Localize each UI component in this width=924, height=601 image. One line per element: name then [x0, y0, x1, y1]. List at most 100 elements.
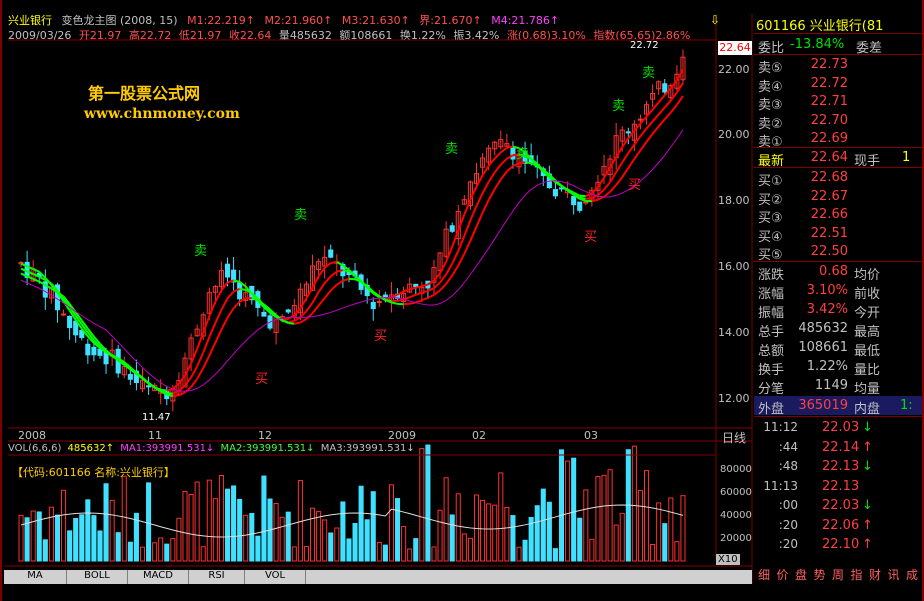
right-tab[interactable]: 细	[755, 566, 773, 584]
scroll-arrow-icon[interactable]: ⇩	[710, 13, 720, 27]
ma-line-segment	[409, 293, 417, 299]
right-tab[interactable]: 财	[866, 566, 884, 584]
ma-line-segment	[670, 91, 678, 102]
stat-value: 108661	[798, 340, 848, 355]
price-tick-0: 22.00	[718, 63, 750, 76]
volume-bar	[346, 538, 352, 562]
volume-bar	[48, 506, 54, 562]
tick-time: :00	[778, 498, 798, 512]
ma-line-segment	[190, 365, 199, 378]
ma-line-segment	[657, 118, 666, 127]
waipan-value: 365019	[798, 398, 848, 413]
right-tab[interactable]: 周	[829, 566, 847, 584]
tick-time: :48	[778, 459, 798, 473]
right-tab[interactable]: 指	[848, 566, 866, 584]
ma-line-segment	[670, 79, 678, 89]
ma-line-segment	[481, 181, 490, 194]
volume-bar	[42, 539, 48, 562]
volume-bar	[255, 535, 261, 562]
ma-line-segment	[208, 342, 217, 357]
ma-line-segment	[184, 363, 192, 376]
volume-bar	[637, 490, 643, 562]
divider	[754, 147, 922, 148]
volume-bar	[158, 537, 164, 562]
candle-body	[91, 346, 97, 356]
tab-rsi[interactable]: RSI	[189, 570, 245, 584]
ma-line-segment	[463, 219, 472, 237]
tick-direction-icon: ↓	[862, 459, 873, 474]
volume-bar	[334, 527, 340, 562]
ma-line-segment	[451, 264, 460, 277]
tab-vol[interactable]: VOL	[245, 570, 306, 584]
right-tab[interactable]: 势	[811, 566, 829, 584]
divider	[754, 54, 922, 55]
volume-bar	[668, 497, 674, 562]
candle-body	[285, 309, 291, 313]
volume-bar	[54, 514, 61, 562]
ma-line-segment	[469, 226, 478, 241]
sell-level-price: 22.71	[810, 94, 848, 109]
volume-bar	[249, 513, 255, 562]
right-tab[interactable]: 成	[903, 566, 921, 584]
volume-bar	[261, 475, 267, 562]
ma-line-segment	[663, 111, 672, 120]
ma-line-segment	[475, 174, 484, 188]
volume-bar	[589, 538, 595, 562]
volume-bar	[413, 538, 419, 562]
volume-bar	[218, 475, 224, 562]
ma-line-segment	[433, 289, 441, 296]
ma-line-segment	[670, 104, 678, 114]
ma-line-segment	[190, 348, 199, 365]
volume-bar	[480, 499, 486, 562]
ma-line-segment	[293, 307, 302, 316]
volume-bar	[631, 445, 637, 562]
ma-line-segment	[178, 384, 186, 392]
ma-line-segment	[196, 352, 205, 367]
ma-line-segment	[330, 283, 338, 292]
ma-line-segment	[196, 332, 205, 350]
candle-body	[370, 301, 376, 310]
volume-bar	[79, 514, 85, 562]
volume-bar	[24, 517, 30, 562]
ma-line-segment	[415, 291, 423, 296]
buy-mark: 买	[628, 178, 642, 193]
period-label[interactable]: 日线	[722, 429, 746, 446]
tab-boll[interactable]: BOLL	[67, 570, 128, 584]
volume-bar	[237, 498, 243, 562]
ma-line-segment	[196, 367, 205, 380]
volume-bar	[558, 449, 565, 562]
volume-bar	[67, 530, 73, 562]
stat-label-2: 最低	[854, 344, 881, 359]
volume-bar	[577, 517, 583, 562]
volume-bar	[613, 524, 619, 562]
tab-macd[interactable]: MACD	[128, 570, 189, 584]
divider	[754, 33, 922, 34]
volume-bar	[583, 489, 589, 562]
tab-ma[interactable]: MA	[4, 570, 67, 584]
ma-line-segment	[645, 108, 654, 118]
right-tab[interactable]: 价	[774, 566, 792, 584]
volume-bar	[85, 499, 91, 562]
low-label: 11.47	[142, 412, 171, 423]
ma-line-segment	[208, 322, 217, 338]
volume-bar	[279, 516, 285, 562]
ma-line-segment	[615, 161, 624, 173]
ma-line-segment	[324, 262, 332, 269]
stat-value: 1.22%	[806, 359, 848, 374]
volume-bar	[407, 548, 413, 562]
volume-bar	[115, 532, 121, 562]
tick-direction-icon: ↑	[862, 439, 873, 455]
ma-line-segment	[311, 291, 320, 304]
right-tab[interactable]: 讯	[885, 566, 903, 584]
volume-bar	[30, 510, 36, 562]
volume-bar	[522, 539, 528, 562]
volume-bar	[504, 506, 510, 562]
ma-line-segment	[433, 281, 441, 289]
volume-bar	[194, 481, 200, 562]
tab-bar-filler	[306, 570, 752, 584]
ma-line-segment	[439, 273, 447, 284]
candle-body	[625, 131, 631, 134]
candle-body	[61, 313, 67, 316]
volume-bar	[388, 484, 395, 562]
right-tab[interactable]: 盘	[792, 566, 810, 584]
